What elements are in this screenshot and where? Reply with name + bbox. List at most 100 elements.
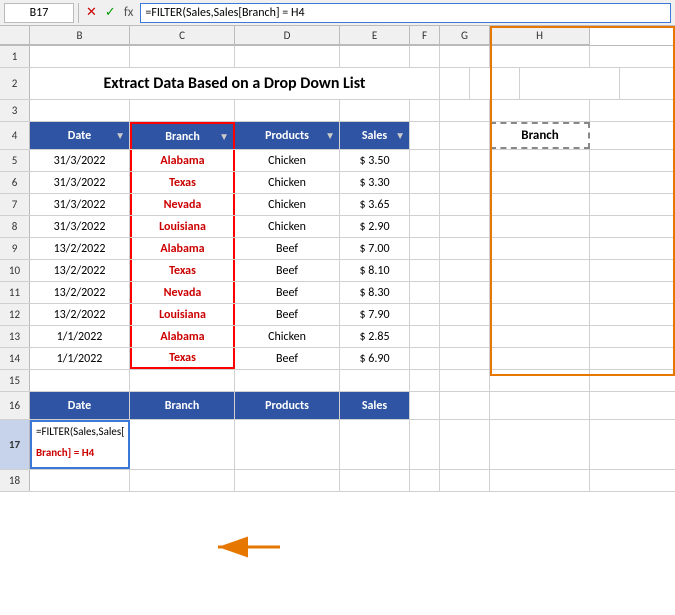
cell-h11[interactable] xyxy=(490,282,590,303)
cell-c8[interactable]: Louisiana xyxy=(130,216,235,237)
cell-f7[interactable] xyxy=(410,194,440,215)
cell-c10[interactable]: Texas xyxy=(130,260,235,281)
cell-g15[interactable] xyxy=(440,370,490,391)
dropdown-icon-date[interactable]: ▼ xyxy=(115,129,125,142)
cell-h17[interactable] xyxy=(490,420,590,469)
cell-d5[interactable]: Chicken xyxy=(235,150,340,171)
cell-h13[interactable] xyxy=(490,326,590,347)
cell-g10[interactable] xyxy=(440,260,490,281)
cell-b9[interactable]: 13/2/2022 xyxy=(30,238,130,259)
cell-d15[interactable] xyxy=(235,370,340,391)
cell-c11[interactable]: Nevada xyxy=(130,282,235,303)
cell-g4[interactable] xyxy=(440,122,490,149)
cell-c17[interactable] xyxy=(130,420,235,469)
bottom-header-sales[interactable]: Sales xyxy=(340,392,410,419)
cell-e14[interactable]: $ 6.90 xyxy=(340,348,410,369)
cell-c3[interactable] xyxy=(130,100,235,121)
cell-f17[interactable] xyxy=(410,420,440,469)
cell-e9[interactable]: $ 7.00 xyxy=(340,238,410,259)
cell-f12[interactable] xyxy=(410,304,440,325)
cell-f6[interactable] xyxy=(410,172,440,193)
cell-g9[interactable] xyxy=(440,238,490,259)
cell-b14[interactable]: 1/1/2022 xyxy=(30,348,130,369)
cell-f14[interactable] xyxy=(410,348,440,369)
cell-d12[interactable]: Beef xyxy=(235,304,340,325)
cell-f8[interactable] xyxy=(410,216,440,237)
cell-f10[interactable] xyxy=(410,260,440,281)
cell-g13[interactable] xyxy=(440,326,490,347)
cell-b18[interactable] xyxy=(30,470,130,491)
cell-f9[interactable] xyxy=(410,238,440,259)
cell-d8[interactable]: Chicken xyxy=(235,216,340,237)
header-sales[interactable]: Sales ▼ xyxy=(340,122,410,149)
cell-h15[interactable] xyxy=(490,370,590,391)
cell-h6[interactable] xyxy=(490,172,590,193)
cell-h10[interactable] xyxy=(490,260,590,281)
cell-d13[interactable]: Chicken xyxy=(235,326,340,347)
header-branch[interactable]: Branch ▼ xyxy=(130,122,235,149)
cell-d7[interactable]: Chicken xyxy=(235,194,340,215)
dropdown-icon-branch[interactable]: ▼ xyxy=(219,130,229,143)
cell-d18[interactable] xyxy=(235,470,340,491)
cell-h12[interactable] xyxy=(490,304,590,325)
cell-c9[interactable]: Alabama xyxy=(130,238,235,259)
cell-c13[interactable]: Alabama xyxy=(130,326,235,347)
cell-h16[interactable] xyxy=(490,392,590,419)
cell-b5[interactable]: 31/3/2022 xyxy=(30,150,130,171)
cell-b3[interactable] xyxy=(30,100,130,121)
cell-e10[interactable]: $ 8.10 xyxy=(340,260,410,281)
cell-f2[interactable] xyxy=(440,68,470,99)
header-products[interactable]: Products ▼ xyxy=(235,122,340,149)
cell-g5[interactable] xyxy=(440,150,490,171)
cell-b6[interactable]: 31/3/2022 xyxy=(30,172,130,193)
dropdown-icon-products[interactable]: ▼ xyxy=(325,129,335,142)
cell-e13[interactable]: $ 2.85 xyxy=(340,326,410,347)
bottom-header-products[interactable]: Products xyxy=(235,392,340,419)
cell-c18[interactable] xyxy=(130,470,235,491)
cell-d3[interactable] xyxy=(235,100,340,121)
cell-e3[interactable] xyxy=(340,100,410,121)
cell-d6[interactable]: Chicken xyxy=(235,172,340,193)
cell-f13[interactable] xyxy=(410,326,440,347)
cell-e17[interactable] xyxy=(340,420,410,469)
cell-g1[interactable] xyxy=(440,46,490,67)
fx-icon[interactable]: fx xyxy=(121,5,137,20)
cell-g6[interactable] xyxy=(440,172,490,193)
cell-e7[interactable]: $ 3.65 xyxy=(340,194,410,215)
bottom-header-date[interactable]: Date xyxy=(30,392,130,419)
cell-g14[interactable] xyxy=(440,348,490,369)
cell-f4[interactable] xyxy=(410,122,440,149)
cell-f16[interactable] xyxy=(410,392,440,419)
cell-d9[interactable]: Beef xyxy=(235,238,340,259)
cell-c12[interactable]: Louisiana xyxy=(130,304,235,325)
cell-h7[interactable] xyxy=(490,194,590,215)
cell-h14[interactable] xyxy=(490,348,590,369)
cell-h5[interactable] xyxy=(490,150,590,171)
cell-h8[interactable] xyxy=(490,216,590,237)
title-cell[interactable]: Extract Data Based on a Drop Down List xyxy=(30,68,440,99)
confirm-icon[interactable]: ✓ xyxy=(102,5,119,20)
cancel-icon[interactable]: ✕ xyxy=(83,5,100,20)
cell-c1[interactable] xyxy=(130,46,235,67)
cell-g7[interactable] xyxy=(440,194,490,215)
cell-h1[interactable] xyxy=(490,46,590,67)
cell-h18[interactable] xyxy=(490,470,590,491)
cell-e5[interactable]: $ 3.50 xyxy=(340,150,410,171)
cell-b10[interactable]: 13/2/2022 xyxy=(30,260,130,281)
cell-d1[interactable] xyxy=(235,46,340,67)
cell-e8[interactable]: $ 2.90 xyxy=(340,216,410,237)
cell-b8[interactable]: 31/3/2022 xyxy=(30,216,130,237)
header-date[interactable]: Date ▼ xyxy=(30,122,130,149)
cell-d11[interactable]: Beef xyxy=(235,282,340,303)
formula-input[interactable] xyxy=(140,3,671,23)
cell-g2[interactable] xyxy=(470,68,520,99)
cell-f1[interactable] xyxy=(410,46,440,67)
cell-b11[interactable]: 13/2/2022 xyxy=(30,282,130,303)
cell-b7[interactable]: 31/3/2022 xyxy=(30,194,130,215)
cell-name-box[interactable]: B17 xyxy=(4,3,74,23)
cell-h3[interactable] xyxy=(490,100,590,121)
cell-b12[interactable]: 13/2/2022 xyxy=(30,304,130,325)
cell-f3[interactable] xyxy=(410,100,440,121)
cell-f11[interactable] xyxy=(410,282,440,303)
cell-d14[interactable]: Beef xyxy=(235,348,340,369)
